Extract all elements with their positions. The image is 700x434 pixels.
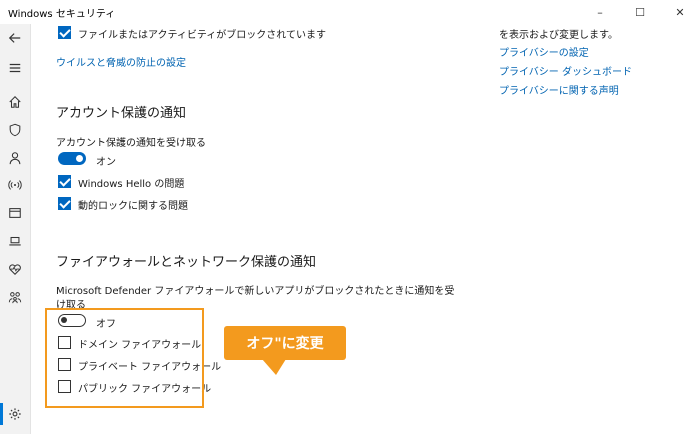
firewall-description-line1: Microsoft Defender ファイアウォールで新しいアプリがブロックさ… <box>56 286 455 297</box>
blocked-files-checkbox[interactable] <box>58 26 71 39</box>
privacy-statement-link[interactable]: プライバシーに関する声明 <box>499 82 619 97</box>
account-toggle-state: オン <box>96 157 116 168</box>
account-icon[interactable] <box>7 150 23 166</box>
heart-icon[interactable] <box>7 261 23 277</box>
back-arrow-icon[interactable] <box>7 30 23 46</box>
wifi-icon[interactable] <box>7 177 23 193</box>
windows-hello-checkbox[interactable] <box>58 175 71 188</box>
windows-hello-label: Windows Hello の問題 <box>78 179 185 190</box>
window-title: Windows セキュリティ <box>8 9 116 20</box>
title-bar: Windows セキュリティ – ☐ ✕ <box>0 0 700 24</box>
family-icon[interactable] <box>7 289 23 305</box>
account-protection-heading: アカウント保護の通知 <box>56 106 187 121</box>
blocked-files-label: ファイルまたはアクティビティがブロックされています <box>78 30 326 41</box>
home-icon[interactable] <box>7 94 23 110</box>
account-notification-toggle[interactable] <box>58 152 86 165</box>
virus-settings-link[interactable]: ウイルスと脅威の防止の設定 <box>56 54 186 69</box>
dynamic-lock-checkbox[interactable] <box>58 197 71 210</box>
app-browser-icon[interactable] <box>7 205 23 221</box>
shield-icon[interactable] <box>7 122 23 138</box>
laptop-icon[interactable] <box>7 233 23 249</box>
settings-icon[interactable] <box>0 403 23 425</box>
sidebar <box>0 24 31 434</box>
maximize-button[interactable]: ☐ <box>620 0 660 24</box>
minimize-button[interactable]: – <box>580 0 620 24</box>
menu-icon[interactable] <box>7 60 23 76</box>
callout-tail <box>262 359 286 375</box>
close-button[interactable]: ✕ <box>660 0 700 24</box>
highlight-box <box>45 308 204 408</box>
privacy-intro-text: を表示および変更します。 <box>499 30 618 41</box>
firewall-heading: ファイアウォールとネットワーク保護の通知 <box>56 255 317 270</box>
account-receive-label: アカウント保護の通知を受け取る <box>56 138 206 149</box>
dynamic-lock-label: 動的ロックに関する問題 <box>78 201 188 212</box>
privacy-settings-link[interactable]: プライバシーの設定 <box>499 44 589 59</box>
annotation-callout: オフ"に変更 <box>224 326 346 360</box>
privacy-dashboard-link[interactable]: プライバシー ダッシュボード <box>499 63 632 78</box>
